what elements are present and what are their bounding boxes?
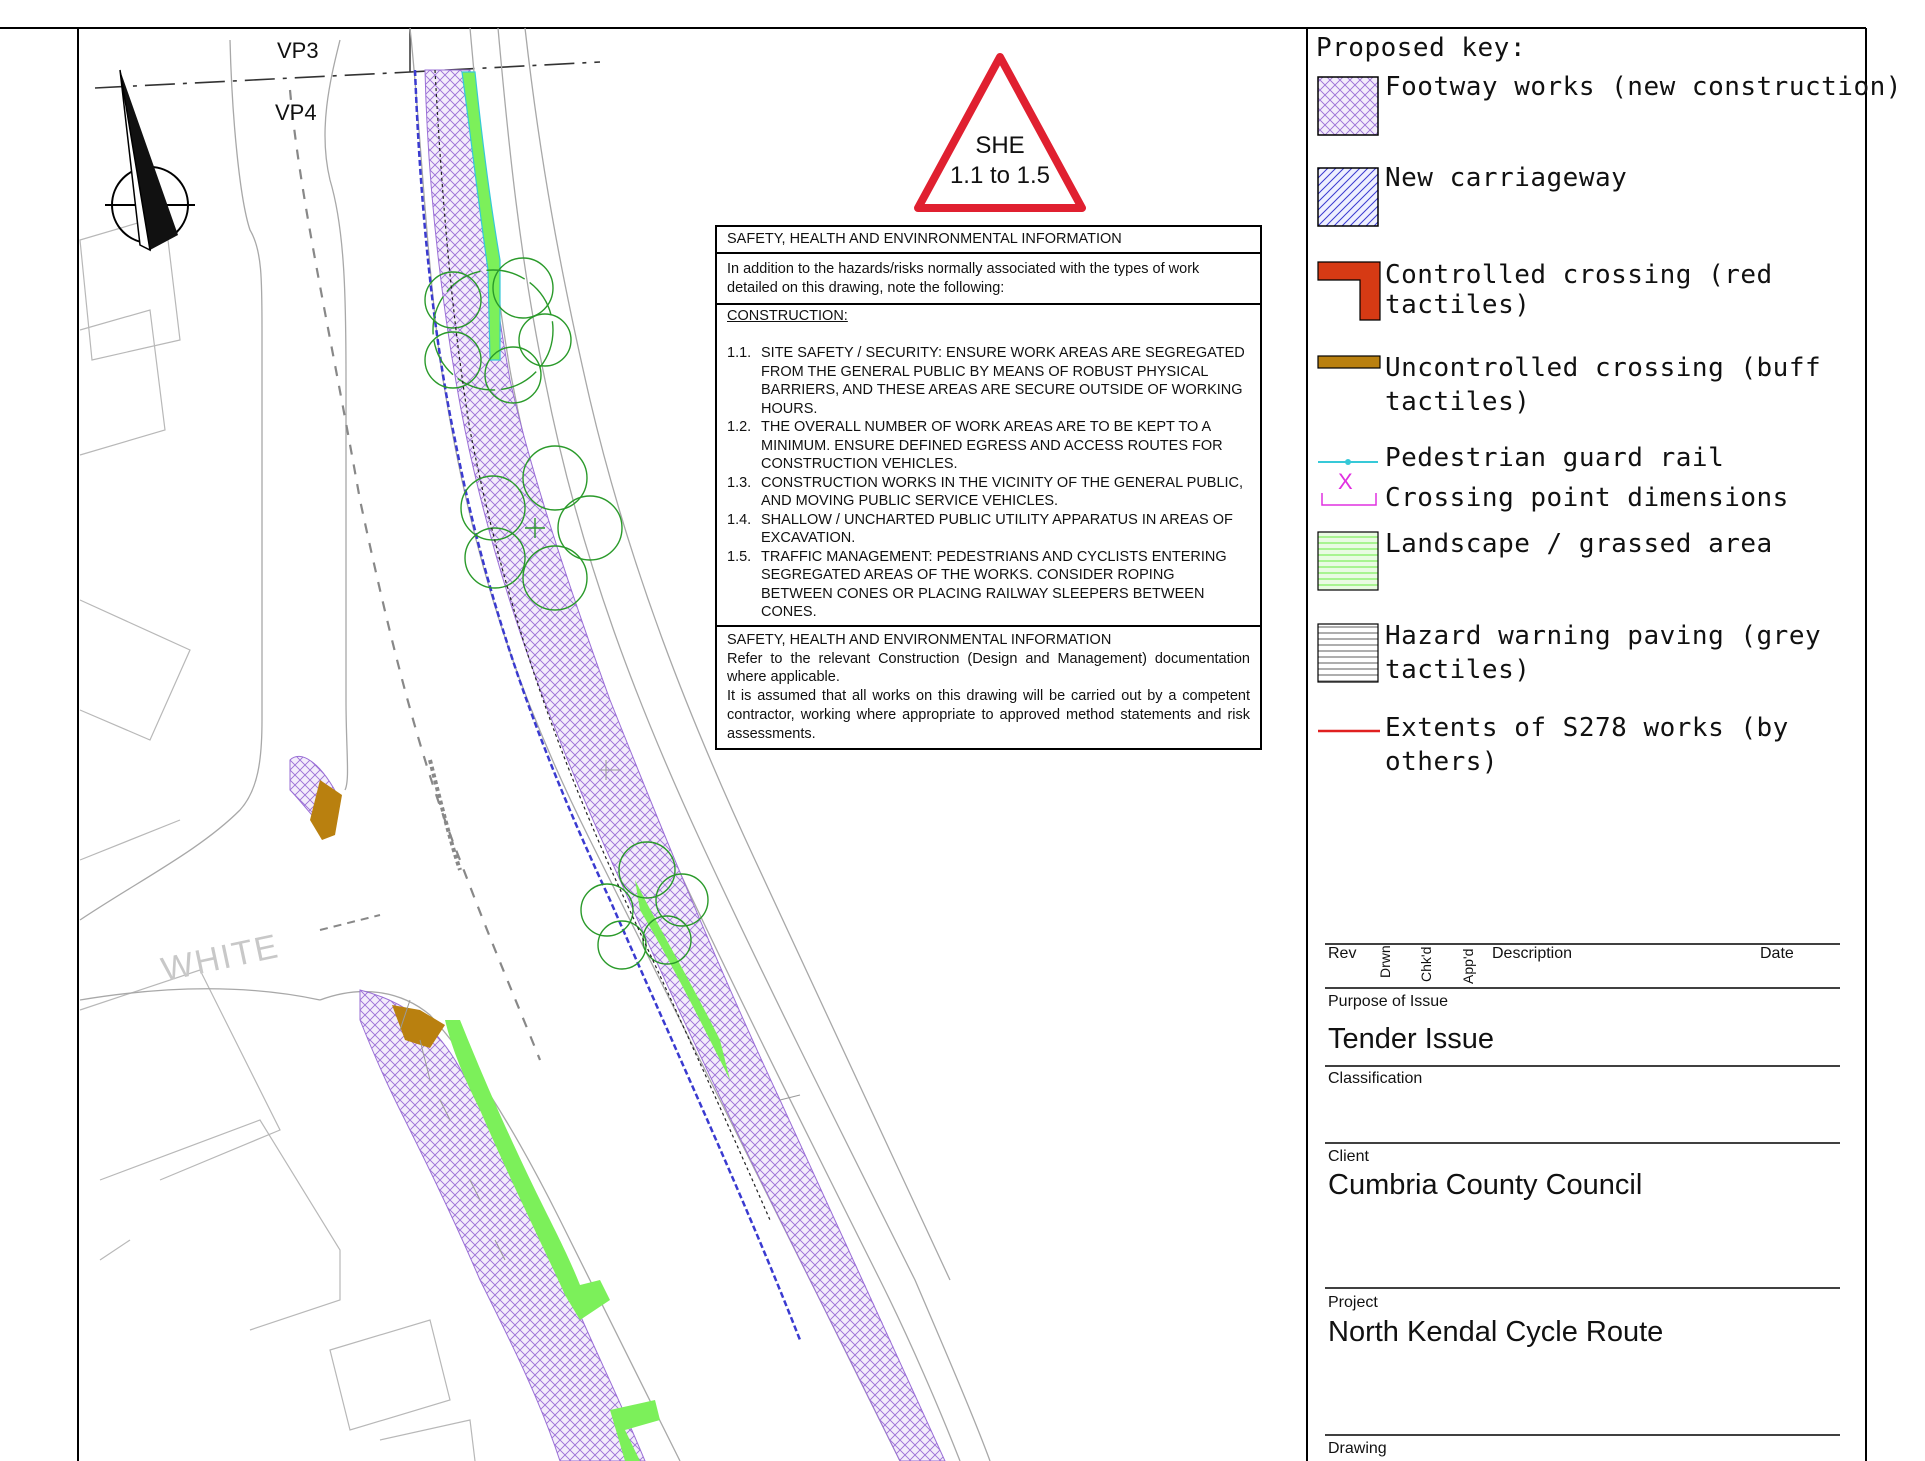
- construction-items-list: 1.1. SITE SAFETY / SECURITY: ENSURE WORK …: [727, 344, 1250, 622]
- key-item-landscape: Landscape / grassed area: [1385, 529, 1773, 559]
- key-item-uncontrolled-line2: tactiles): [1385, 387, 1531, 417]
- key-item-footway: Footway works (new construction): [1385, 72, 1902, 102]
- key-footway-swatch: [1317, 76, 1379, 136]
- she-triangle-text: SHE 1.1 to 1.5: [930, 131, 1070, 191]
- key-controlled-crossing-swatch: [1317, 261, 1381, 321]
- key-item-crossing-dimensions: Crossing point dimensions: [1385, 483, 1789, 513]
- construction-item: 1.2. THE OVERALL NUMBER OF WORK AREAS ARE…: [727, 419, 1223, 472]
- date-column-header: Date: [1760, 945, 1794, 962]
- purpose-label: Purpose of Issue: [1328, 993, 1449, 1010]
- key-symbols: [1317, 76, 1381, 733]
- classification-label: Classification: [1328, 1070, 1423, 1087]
- key-item-s278: Extents of S278 works (by others): [1385, 711, 1789, 779]
- construction-item: 1.4. SHALLOW / UNCHARTED PUBLIC UTILITY A…: [727, 511, 1233, 547]
- key-hazard-paving-swatch: [1317, 623, 1379, 683]
- drawing-label: Drawing: [1328, 1440, 1387, 1457]
- key-uncontrolled-crossing-swatch: [1317, 355, 1381, 369]
- footway-works-southwest: [359, 989, 646, 1461]
- drwn-column-header: Drwn: [1377, 945, 1393, 978]
- key-item-guard-rail: Pedestrian guard rail: [1385, 443, 1725, 473]
- client-label: Client: [1328, 1148, 1369, 1165]
- she-heading-section: SAFETY, HEALTH AND ENVINRONMENTAL INFORM…: [717, 227, 1260, 254]
- she-footer-para2: It is assumed that all works on this dra…: [727, 688, 1250, 742]
- she-information-box: SAFETY, HEALTH AND ENVINRONMENTAL INFORM…: [715, 225, 1262, 750]
- chkd-column-header: Chk'd: [1418, 946, 1434, 982]
- key-landscape-swatch: [1317, 531, 1379, 591]
- key-item-s278-line1: Extents of S278 works (by: [1385, 713, 1789, 743]
- description-column-header: Description: [1492, 945, 1573, 962]
- she-construction-section: CONSTRUCTION: 1.1. SITE SAFETY / SECURITY…: [717, 305, 1260, 627]
- key-item-s278-line2: others): [1385, 747, 1499, 777]
- north-arrow-icon: [105, 69, 195, 252]
- she-footer-heading: SAFETY, HEALTH AND ENVIRONMENTAL INFORMA…: [727, 631, 1112, 648]
- construction-item: 1.1. SITE SAFETY / SECURITY: ENSURE WORK …: [727, 345, 1245, 417]
- construction-item: 1.5. TRAFFIC MANAGEMENT: PEDESTRIANS AND …: [727, 548, 1227, 621]
- key-title: Proposed key:: [1316, 33, 1526, 63]
- viewpoint-label-vp4: VP4: [275, 100, 317, 125]
- key-item-uncontrolled-crossing: Uncontrolled crossing (buff tactiles): [1385, 351, 1821, 419]
- rev-column-header: Rev: [1328, 945, 1357, 962]
- key-item-hazard-paving: Hazard warning paving (grey tactiles): [1385, 619, 1821, 687]
- she-footer-section: SAFETY, HEALTH AND ENVIRONMENTAL INFORMA…: [717, 627, 1260, 747]
- key-item-uncontrolled-line1: Uncontrolled crossing (buff: [1385, 353, 1822, 383]
- key-item-hazard-line2: tactiles): [1385, 655, 1531, 685]
- key-item-controlled-crossing: Controlled crossing (red tactiles): [1385, 260, 1773, 320]
- key-carriageway-swatch: [1317, 167, 1379, 227]
- she-triangle-line1: SHE: [975, 132, 1025, 159]
- key-dimension-symbol: X: [1338, 469, 1353, 494]
- key-guard-rail-swatch: [1318, 459, 1378, 465]
- construction-title: CONSTRUCTION:: [727, 308, 848, 324]
- project-label: Project: [1328, 1294, 1378, 1311]
- she-intro-section: In addition to the hazards/risks normall…: [717, 254, 1260, 305]
- purpose-value: Tender Issue: [1328, 1023, 1495, 1055]
- appd-column-header: App'd: [1460, 948, 1476, 984]
- she-triangle-line2: 1.1 to 1.5: [949, 162, 1051, 189]
- construction-item: 1.3. CONSTRUCTION WORKS IN THE VICINITY O…: [727, 474, 1244, 510]
- drawing-sheet: VP3 VP4 WHITE SHE 1.1 to 1.5 SAFETY, HEA…: [0, 0, 1925, 1461]
- key-item-carriageway: New carriageway: [1385, 163, 1628, 193]
- viewpoint-label-vp3: VP3: [277, 38, 319, 63]
- she-footer-para1: Refer to the relevant Construction (Desi…: [727, 650, 1250, 686]
- client-value: Cumbria County Council: [1328, 1169, 1643, 1201]
- project-value: North Kendal Cycle Route: [1328, 1316, 1664, 1348]
- key-item-hazard-line1: Hazard warning paving (grey: [1385, 621, 1822, 651]
